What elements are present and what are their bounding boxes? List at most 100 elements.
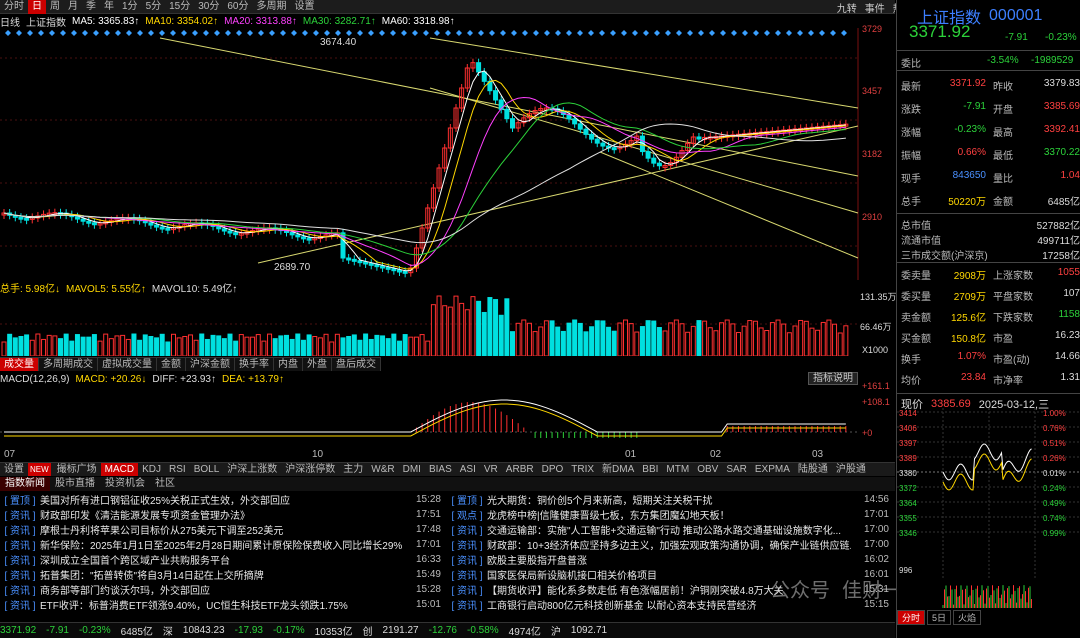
volume-bar [764,330,770,356]
bottom-tab-25[interactable]: 沪股通 [832,463,870,476]
indicator-tab-3[interactable]: 金额 [157,358,186,371]
news-title[interactable]: 美国对所有进口钢铝征收25%关税正式生效，外交部回应 [40,492,403,507]
bottom-tab-18[interactable]: 新DMA [598,463,638,476]
period-tab-11[interactable]: 多周期 [253,0,291,14]
news-item[interactable]: [ 置顶 ] 美国对所有进口钢铝征收25%关税正式生效，外交部回应 15:28 [0,492,447,507]
mini-tab-2[interactable]: 火焰 [953,609,982,625]
candle [402,270,408,274]
news-item[interactable]: [ 资讯 ] 欧股主要股指开盘普涨 16:02 [447,552,895,567]
news-title[interactable]: 深圳成立全国首个跨区域产业共购服务平台 [40,552,403,567]
bottom-tab-24[interactable]: 陆股通 [794,463,832,476]
macd-chart[interactable] [0,386,860,448]
news-item[interactable]: [ 资讯 ] 财政部印发《清洁能源发展专项资金管理办法》 17:51 [0,507,447,522]
bottom-tab-9[interactable]: 主力 [339,463,367,476]
bottom-tab-4[interactable]: KDJ [138,463,165,476]
news-item[interactable]: [ 资讯 ] 摩根士丹利将苹果公司目标价从275美元下调至252美元 17:48 [0,522,447,537]
news-tab-2[interactable]: 投资机会 [100,477,150,491]
bottom-tab-7[interactable]: 沪深上涨数 [223,463,281,476]
news-item[interactable]: [ 置顶 ] 光大期货：铜价创5个月来新高，短期关注关税干扰 14:56 [447,492,895,507]
volume-bar [289,338,295,356]
intraday-mini-chart[interactable]: 3414 3406 3397 3389 3380 3372 3364 3355 3346 1.00… [897,408,1080,610]
bottom-tab-11[interactable]: DMI [399,463,425,476]
period-tab-9[interactable]: 30分 [194,0,223,14]
bottom-tab-23[interactable]: EXPMA [751,463,794,476]
news-item[interactable]: [ 观点 ] 龙虎榜中榜|信隆健康晋级七板，东方集团魔幻地天板！ 17:01 [447,507,895,522]
bottom-tab-0[interactable]: 设置 [0,463,28,476]
news-title[interactable]: 新华保险：2025年1月1日至2025年2月28日期间累计原保险保费收入同比增长… [40,537,403,552]
news-title[interactable]: 光大期货：铜价创5个月来新高，短期关注关税干扰 [487,492,851,507]
news-title[interactable]: 商务部等部门约谈沃尔玛，外交部回应 [40,582,403,597]
indicator-tab-5[interactable]: 换手率 [235,358,274,371]
indicator-tab-1[interactable]: 多周期成交 [39,358,98,371]
period-tab-2[interactable]: 周 [46,0,64,14]
period-tab-0[interactable]: 分时 [0,0,28,14]
volume-bar [199,333,205,356]
bottom-tab-5[interactable]: RSI [165,463,190,476]
news-title[interactable]: 财政部：10+3经济体应坚持多边主义，加强宏观政策沟通协调，确保产业链供应链..… [487,537,851,552]
bottom-tab-15[interactable]: ARBR [502,463,538,476]
period-tab-7[interactable]: 5分 [142,0,166,14]
bottom-tab-3[interactable]: MACD [100,463,139,476]
volume-bar [656,327,662,356]
bottom-tab-12[interactable]: BIAS [425,463,456,476]
period-tab-12[interactable]: 设置 [291,0,319,14]
news-tab-0[interactable]: 指数新闻 [0,477,50,491]
period-tab-6[interactable]: 1分 [118,0,142,14]
bottom-tab-21[interactable]: OBV [693,463,722,476]
bottom-tab-19[interactable]: BBI [638,463,662,476]
bottom-tab-8[interactable]: 沪深涨停数 [281,463,339,476]
bottom-tab-14[interactable]: VR [480,463,502,476]
news-item[interactable]: [ 资讯 ] 拓普集团："拓普转债"将自3月14日起在上交所摘牌 15:49 [0,567,447,582]
period-tab-10[interactable]: 60分 [223,0,252,14]
news-title[interactable]: 摩根士丹利将苹果公司目标价从275美元下调至252美元 [40,522,403,537]
indicator-tab-4[interactable]: 沪深金额 [186,358,235,371]
news-title[interactable]: 欧股主要股指开盘普涨 [487,552,851,567]
bottom-tab-1[interactable]: NEW [28,463,51,476]
period-tab-5[interactable]: 年 [100,0,118,14]
news-item[interactable]: [ 资讯 ] 商务部等部门约谈沃尔玛，外交部回应 15:28 [0,582,447,597]
volume-bar [651,320,657,356]
news-title[interactable]: ETF收评：标普消费ETF领涨9.40%，UC恒生科技ETF龙头领跌1.75% [40,597,403,612]
news-item[interactable]: [ 资讯 ] 交通运输部：实施"人工智能+交通运输"行动 推动公路水路交通基础设施… [447,522,895,537]
bottom-tab-22[interactable]: SAR [722,463,751,476]
tool-button-1[interactable]: 事件 [863,0,887,15]
news-tab-1[interactable]: 股市直播 [50,477,100,491]
indicator-explain-button[interactable]: 指标说明 [808,372,858,385]
period-tab-3[interactable]: 月 [64,0,82,14]
mini-tab-1[interactable]: 5日 [927,609,952,625]
news-title[interactable]: 财政部印发《清洁能源发展专项资金管理办法》 [40,507,403,522]
bottom-tab-17[interactable]: TRIX [567,463,598,476]
kline-chart[interactable] [0,28,895,280]
indicator-tab-2[interactable]: 虚拟成交量 [98,358,157,371]
indicator-tab-8[interactable]: 盘后成交 [332,358,381,371]
volume-chart[interactable] [0,294,860,356]
news-item[interactable]: [ 资讯 ] 深圳成立全国首个跨区域产业共购服务平台 16:33 [0,552,447,567]
news-time: 17:48 [415,524,441,535]
news-item[interactable]: [ 资讯 ] 新华保险：2025年1月1日至2025年2月28日期间累计原保险保费… [0,537,447,552]
volume-bar [346,335,352,356]
period-tab-8[interactable]: 15分 [165,0,194,14]
indicator-tab-0[interactable]: 成交量 [0,358,39,371]
candle [159,226,165,230]
bottom-tab-6[interactable]: BOLL [190,463,224,476]
news-title[interactable]: 龙虎榜中榜|信隆健康晋级七板，东方集团魔幻地天板！ [487,507,851,522]
candle [572,118,578,125]
volume-bar [154,337,160,356]
news-item[interactable]: [ 资讯 ] 财政部：10+3经济体应坚持多边主义，加强宏观政策沟通协调，确保产业… [447,537,895,552]
indicator-tab-6[interactable]: 内盘 [274,358,303,371]
period-tab-1[interactable]: 日 [28,0,46,14]
bottom-tab-16[interactable]: DPO [538,463,568,476]
period-tab-4[interactable]: 季 [82,0,100,14]
mini-tab-0[interactable]: 分时 [897,609,926,625]
news-title[interactable]: 交通运输部：实施"人工智能+交通运输"行动 推动公路水路交通基础设施数字化... [487,522,851,537]
news-item[interactable]: [ 资讯 ] ETF收评：标普消费ETF领涨9.40%，UC恒生科技ETF龙头领跌… [0,597,447,612]
bottom-tab-10[interactable]: W&R [367,463,398,476]
bottom-tab-20[interactable]: MTM [662,463,693,476]
bottom-tab-2[interactable]: 撮标广场 [53,463,101,476]
quote-value: 1.07% [957,351,986,362]
news-tab-3[interactable]: 社区 [150,477,180,491]
news-title[interactable]: 拓普集团："拓普转债"将自3月14日起在上交所摘牌 [40,567,403,582]
tool-button-0[interactable]: 九转 [835,0,859,15]
bottom-tab-13[interactable]: ASI [456,463,480,476]
indicator-tab-7[interactable]: 外盘 [303,358,332,371]
